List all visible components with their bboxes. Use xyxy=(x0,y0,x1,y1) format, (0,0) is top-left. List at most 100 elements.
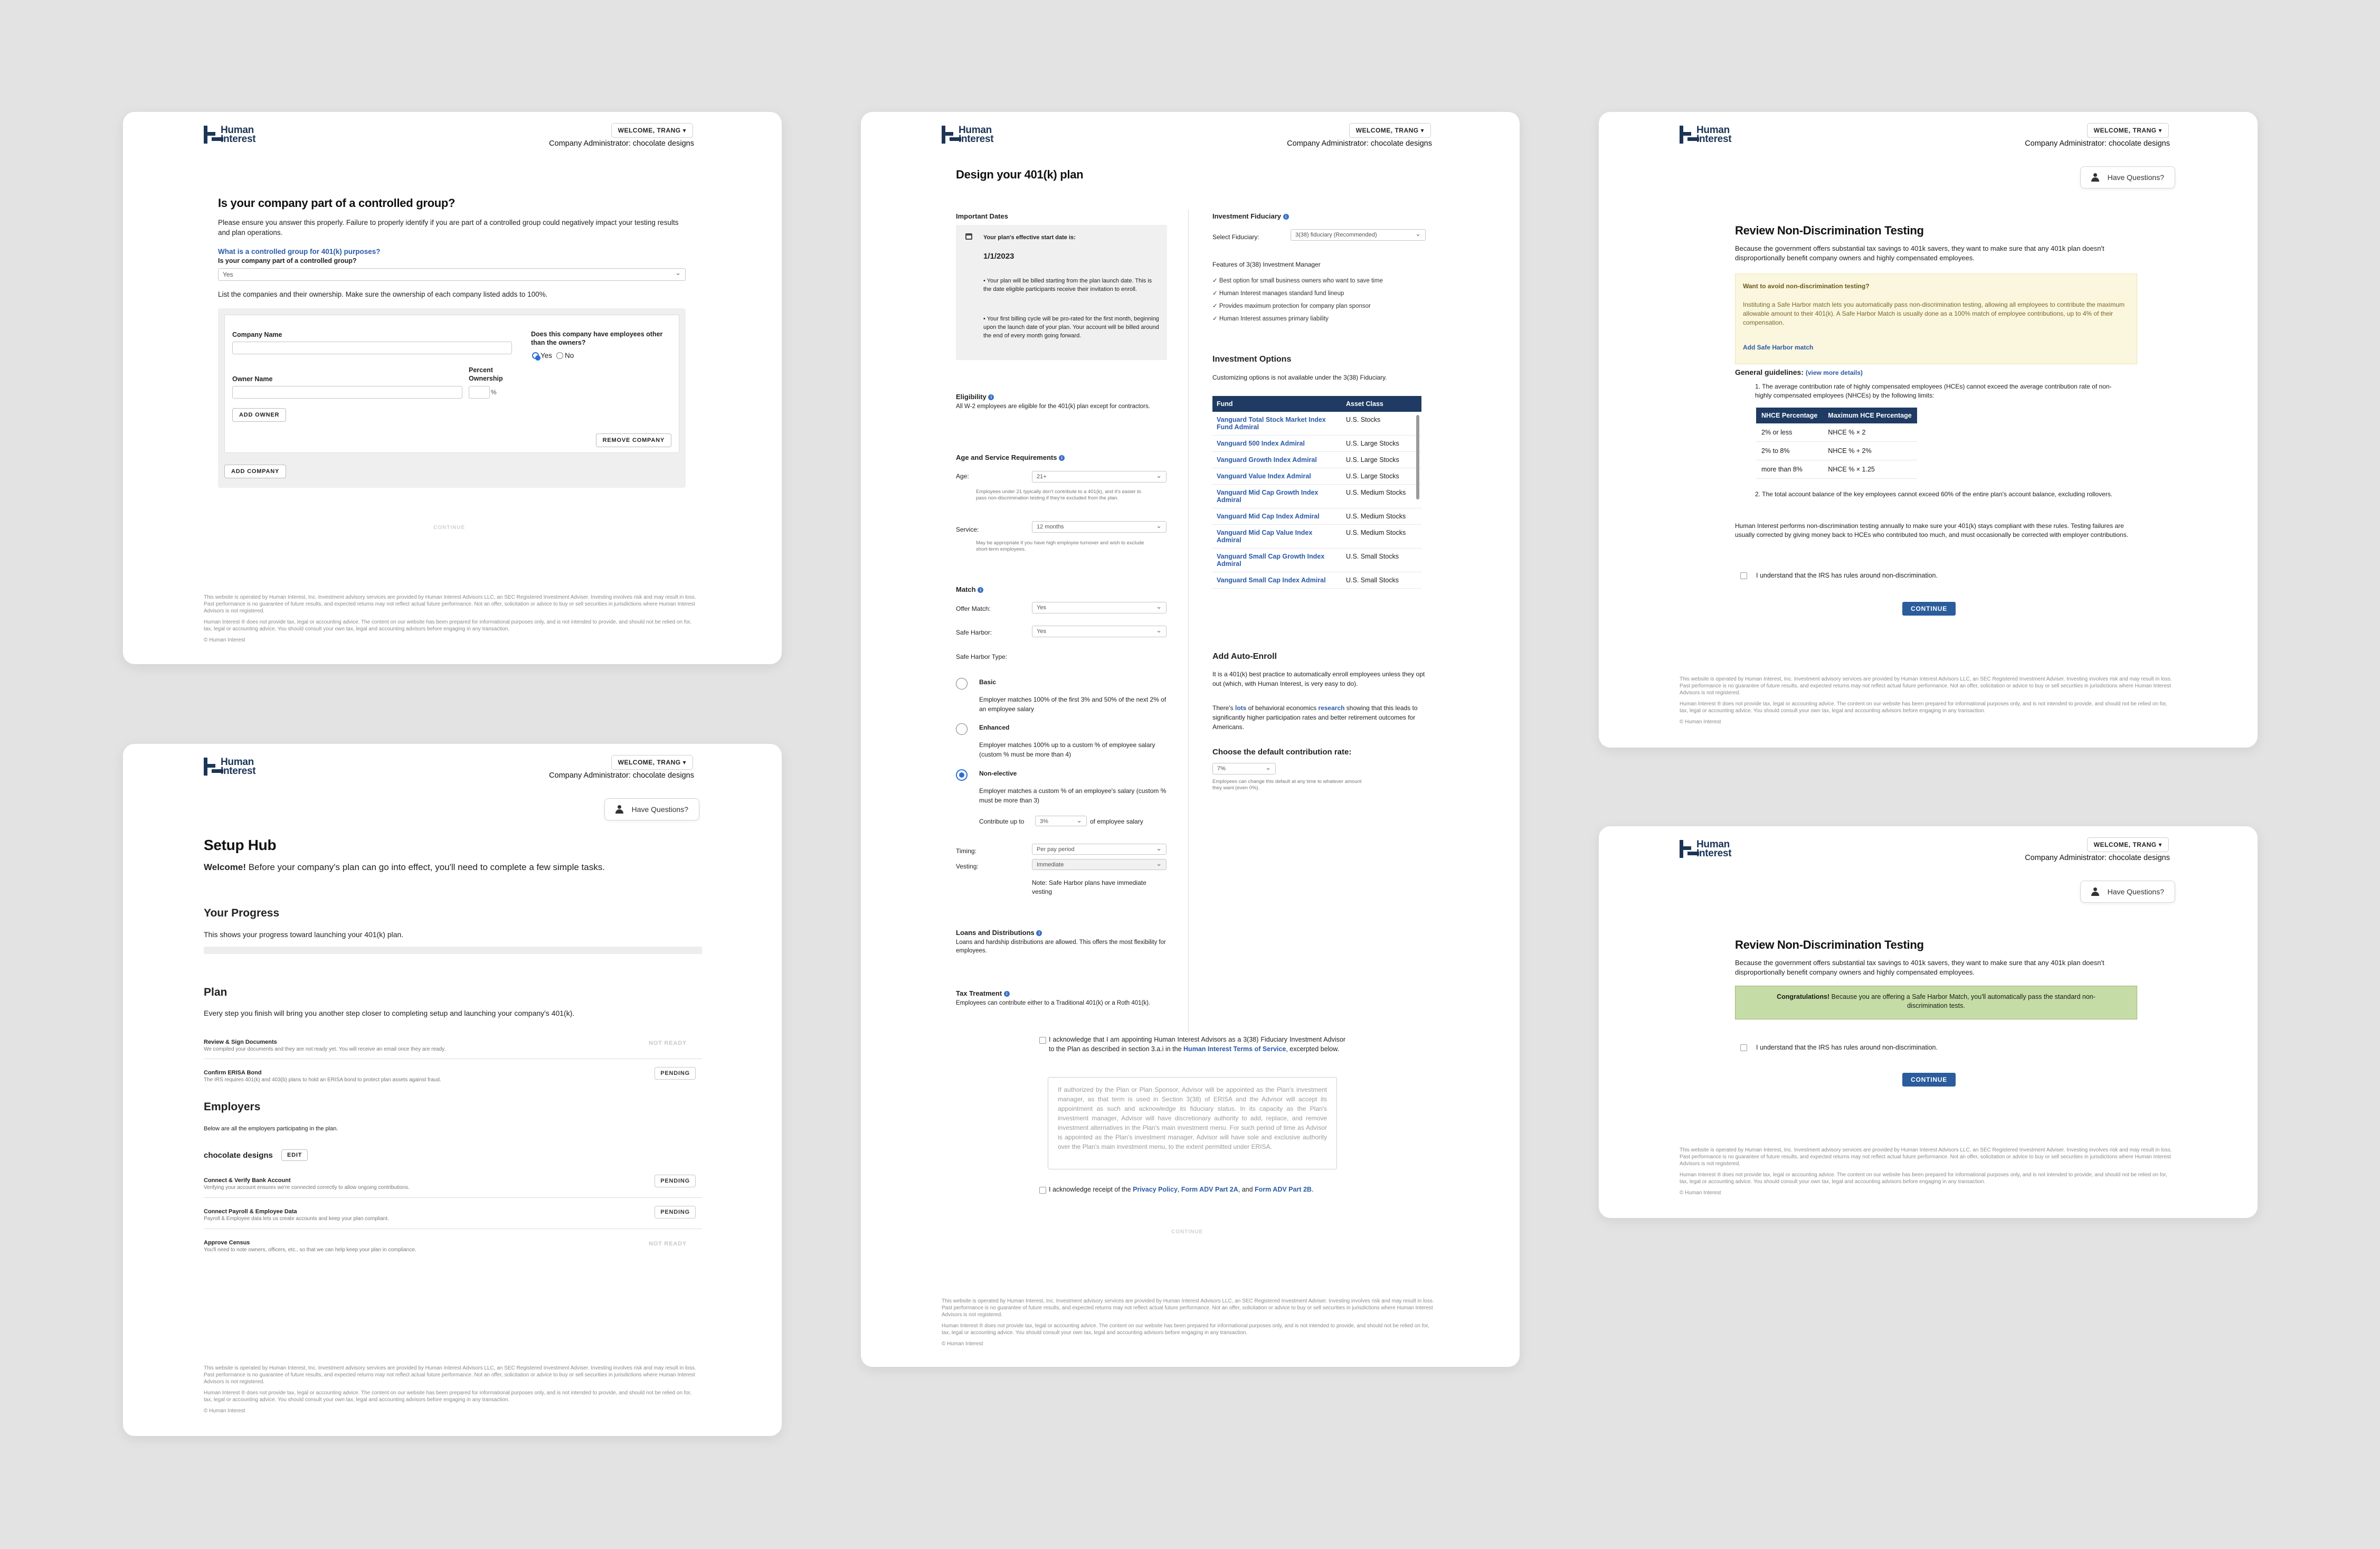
fund-name-link[interactable]: Vanguard Small Cap Index Admiral xyxy=(1212,572,1342,589)
age-select[interactable]: 21+ xyxy=(1032,471,1167,483)
task-status-pending[interactable]: PENDING xyxy=(655,1067,696,1080)
employees-yes-radio[interactable] xyxy=(532,352,541,361)
person-icon xyxy=(615,805,623,814)
fund-column-header: Fund xyxy=(1212,396,1342,412)
welcome-user-menu[interactable]: WELCOME, TRANG ▾ xyxy=(2087,123,2169,138)
fund-name-link[interactable]: Vanguard Mid Cap Index Admiral xyxy=(1212,508,1342,525)
employees-no-radio[interactable] xyxy=(556,352,563,359)
legal-footer: This website is operated by Human Intere… xyxy=(942,1298,1434,1347)
fund-name-link[interactable]: Vanguard Mid Cap Value Index Admiral xyxy=(1212,524,1342,549)
ndt-intro: Because the government offers substantia… xyxy=(1735,244,2104,262)
task-desc: Payroll & Employee data lets us create a… xyxy=(204,1216,389,1222)
irs-ack-checkbox[interactable] xyxy=(1740,572,1747,579)
contribute-select[interactable]: 3% xyxy=(1035,816,1087,826)
research-link[interactable]: research xyxy=(1318,704,1344,712)
remove-company-button[interactable]: REMOVE COMPANY xyxy=(595,433,671,447)
add-safe-harbor-link[interactable]: Add Safe Harbor match xyxy=(1743,343,1813,353)
have-questions-button[interactable]: Have Questions? xyxy=(2080,166,2175,188)
page-title: Setup Hub xyxy=(204,837,277,853)
documents-ack-checkbox[interactable] xyxy=(1039,1187,1046,1194)
fiduciary-ack-text: I acknowledge that I am appointing Human… xyxy=(1049,1036,1345,1053)
service-select[interactable]: 12 months xyxy=(1032,521,1167,533)
continue-button[interactable]: CONTINUE xyxy=(1902,1073,1956,1087)
privacy-policy-link[interactable]: Privacy Policy xyxy=(1133,1186,1178,1193)
employers-desc: Below are all the employers participatin… xyxy=(204,1126,338,1132)
task-status-pending[interactable]: PENDING xyxy=(655,1175,696,1187)
owner-name-input[interactable] xyxy=(232,386,462,399)
controlled-group-help-link[interactable]: What is a controlled group for 401(k) pu… xyxy=(218,247,381,257)
vesting-label: Vesting: xyxy=(956,863,979,870)
edit-company-button[interactable]: EDIT xyxy=(281,1149,308,1161)
company-admin-label: Company Administrator: chocolate designs xyxy=(2025,139,2170,148)
info-icon[interactable]: i xyxy=(1036,930,1042,937)
billing-note-2: • Your first billing cycle will be pro-r… xyxy=(983,316,1159,339)
fiduciary-ack-checkbox[interactable] xyxy=(1039,1037,1046,1044)
add-company-button[interactable]: ADD COMPANY xyxy=(224,465,287,478)
irs-ack-text: I understand that the IRS has rules arou… xyxy=(1756,1044,1938,1051)
sh-enhanced-desc: Employer matches 100% up to a custom % o… xyxy=(979,741,1155,758)
human-interest-logo[interactable]: Human Interest xyxy=(204,757,256,776)
fund-table-container[interactable]: Fund Asset Class Vanguard Total Stock Ma… xyxy=(1212,396,1421,623)
human-interest-logo[interactable]: Human Interest xyxy=(942,125,994,144)
info-icon[interactable]: i xyxy=(978,587,984,593)
welcome-user-menu[interactable]: WELCOME, TRANG ▾ xyxy=(611,123,693,138)
fund-name-link[interactable]: Vanguard Growth Index Admiral xyxy=(1212,451,1342,468)
sh-basic-radio[interactable] xyxy=(956,678,968,690)
table-row: Vanguard Small Cap Growth Index Admiral U… xyxy=(1212,548,1421,572)
continue-button[interactable]: CONTINUE xyxy=(1902,602,1956,616)
view-more-details-link[interactable]: (view more details) xyxy=(1806,369,1863,376)
sh-enhanced-radio[interactable] xyxy=(956,723,968,735)
have-questions-button[interactable]: Have Questions? xyxy=(2080,881,2175,903)
investment-options-desc: Customizing options is not available und… xyxy=(1212,374,1387,381)
continue-button-disabled[interactable]: CONTINUE xyxy=(433,523,465,533)
fund-name-link[interactable]: Vanguard Mid Cap Growth Index Admiral xyxy=(1212,484,1342,508)
task-desc: You'll need to note owners, officers, et… xyxy=(204,1247,416,1253)
irs-ack-checkbox[interactable] xyxy=(1740,1044,1747,1051)
info-icon[interactable]: i xyxy=(1003,991,1010,997)
have-questions-button[interactable]: Have Questions? xyxy=(604,798,699,820)
fund-table-scrollbar[interactable] xyxy=(1416,415,1419,499)
fund-name-link[interactable]: Vanguard Total Stock Market Index Fund A… xyxy=(1212,412,1342,436)
start-date-label: Your plan's effective start date is: xyxy=(983,234,1076,241)
sh-nonelective-radio[interactable] xyxy=(956,769,968,781)
terms-excerpt: If authorized by the Plan or Plan Sponso… xyxy=(1048,1077,1337,1169)
default-rate-select[interactable]: 7% xyxy=(1212,763,1276,774)
welcome-user-menu[interactable]: WELCOME, TRANG ▾ xyxy=(611,755,693,770)
timing-select[interactable]: Per pay period xyxy=(1032,844,1167,855)
fund-name-link[interactable]: Vanguard Value Index Admiral xyxy=(1212,468,1342,485)
fund-name-link[interactable]: Vanguard 500 Index Admiral xyxy=(1212,435,1342,452)
service-label: Service: xyxy=(956,526,979,533)
continue-button-disabled[interactable]: CONTINUE xyxy=(1171,1227,1203,1237)
fund-name-link[interactable]: Vanguard Small Cap Growth Index Admiral xyxy=(1212,548,1342,572)
ndt-review-screen: Human Interest WELCOME, TRANG ▾ Company A… xyxy=(1599,112,2258,748)
fund-table: Fund Asset Class Vanguard Total Stock Ma… xyxy=(1212,396,1421,589)
calendar-icon xyxy=(965,233,972,240)
progress-heading: Your Progress xyxy=(204,907,280,919)
asset-class-cell: U.S. Medium Stocks xyxy=(1342,484,1421,508)
info-icon[interactable]: i xyxy=(988,394,994,401)
task-status-pending[interactable]: PENDING xyxy=(655,1206,696,1219)
vesting-select[interactable]: Immediate xyxy=(1032,859,1167,870)
safe-harbor-select[interactable]: Yes xyxy=(1032,626,1167,637)
welcome-user-menu[interactable]: WELCOME, TRANG ▾ xyxy=(1349,123,1431,138)
service-note: May be appropriate if you have high empl… xyxy=(976,540,1144,552)
adv-2a-link[interactable]: Form ADV Part 2A xyxy=(1181,1186,1238,1193)
welcome-user-menu[interactable]: WELCOME, TRANG ▾ xyxy=(2087,837,2169,852)
info-icon[interactable]: i xyxy=(1059,455,1065,461)
adv-2b-link[interactable]: Form ADV Part 2B xyxy=(1255,1186,1312,1193)
human-interest-logo[interactable]: Human Interest xyxy=(1680,839,1732,858)
controlled-group-select[interactable]: Yes xyxy=(218,268,686,281)
percent-ownership-input[interactable] xyxy=(469,386,490,399)
terms-of-service-link[interactable]: Human Interest Terms of Service xyxy=(1183,1045,1286,1053)
asset-class-cell: U.S. Large Stocks xyxy=(1342,435,1421,452)
human-interest-logo[interactable]: Human Interest xyxy=(204,125,256,144)
human-interest-logo[interactable]: Human Interest xyxy=(1680,125,1732,144)
offer-match-select[interactable]: Yes xyxy=(1032,602,1167,613)
companies-panel: Company Name Does this company have empl… xyxy=(218,308,686,488)
lots-link[interactable]: lots xyxy=(1235,704,1246,712)
rule-1: 1. The average contribution rate of high… xyxy=(1755,383,2112,399)
fiduciary-select[interactable]: 3(38) fiduciary (Recommended) xyxy=(1291,229,1426,241)
company-name-input[interactable] xyxy=(232,342,512,354)
info-icon[interactable]: i xyxy=(1283,214,1289,220)
add-owner-button[interactable]: ADD OWNER xyxy=(232,408,287,422)
